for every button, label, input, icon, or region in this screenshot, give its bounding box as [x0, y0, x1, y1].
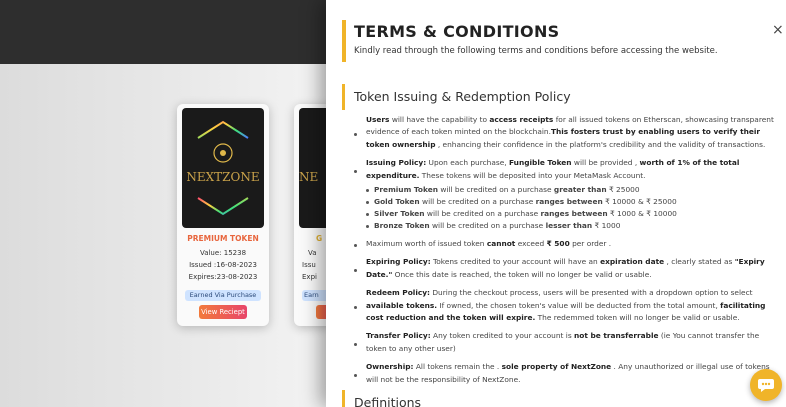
brand-logo-text: NEXTZONE [186, 170, 260, 184]
terms-list: Users will have the capability to access… [354, 114, 782, 392]
term-expiring-policy: Expiring Policy: Tokens credited to your… [354, 256, 782, 281]
panel-subtitle: Kindly read through the following terms … [354, 46, 718, 56]
chat-icon[interactable] [750, 369, 782, 401]
term-issuing-policy: Issuing Policy: Upon each purchase, Fung… [354, 157, 782, 182]
term-max-worth: Maximum worth of issued token cannot exc… [354, 238, 782, 250]
term-transfer-policy: Transfer Policy: Any token credited to y… [354, 330, 782, 355]
token-card: NEXTZONE PREMIUM TOKEN Value: 15238 Issu… [177, 104, 269, 326]
token-value: Value: 15238 [199, 249, 247, 257]
close-icon[interactable]: × [772, 22, 784, 38]
terms-panel: TERMS & CONDITIONS Kindly read through t… [326, 0, 786, 407]
tier-item: Premium Token will be credited on a purc… [366, 184, 782, 196]
term-redeem-policy: Redeem Policy: During the checkout proce… [354, 287, 782, 324]
section-title-definitions: Definitions [354, 395, 422, 407]
accent-bar [342, 20, 346, 62]
tier-item: Bronze Token will be credited on a purch… [366, 220, 782, 232]
section-title-token-policy: Token Issuing & Redemption Policy [354, 89, 571, 104]
token-tier-list: Premium Token will be credited on a purc… [354, 184, 782, 232]
issued-date: Issued :16-08-2023 [189, 261, 257, 269]
tier-item: Silver Token will be credited on a purch… [366, 208, 782, 220]
chat-bubble-icon [758, 379, 774, 392]
accent-bar [342, 84, 345, 110]
token-image: NEXTZONE [182, 108, 264, 228]
panel-title: TERMS & CONDITIONS [354, 22, 560, 41]
accent-bar [342, 390, 345, 407]
tier-item: Gold Token will be credited on a purchas… [366, 196, 782, 208]
term-users: Users will have the capability to access… [354, 114, 782, 151]
brand-logo-text: NE [299, 170, 319, 184]
token-type-label: PREMIUM TOKEN [187, 234, 259, 243]
expiry-date: Expires:23-08-2023 [188, 273, 258, 281]
view-receipt-button[interactable]: View Reciept [199, 305, 247, 319]
earned-via-badge: Earned Via Purchase [185, 290, 261, 301]
term-ownership: Ownership: All tokens remain the . sole … [354, 361, 782, 386]
